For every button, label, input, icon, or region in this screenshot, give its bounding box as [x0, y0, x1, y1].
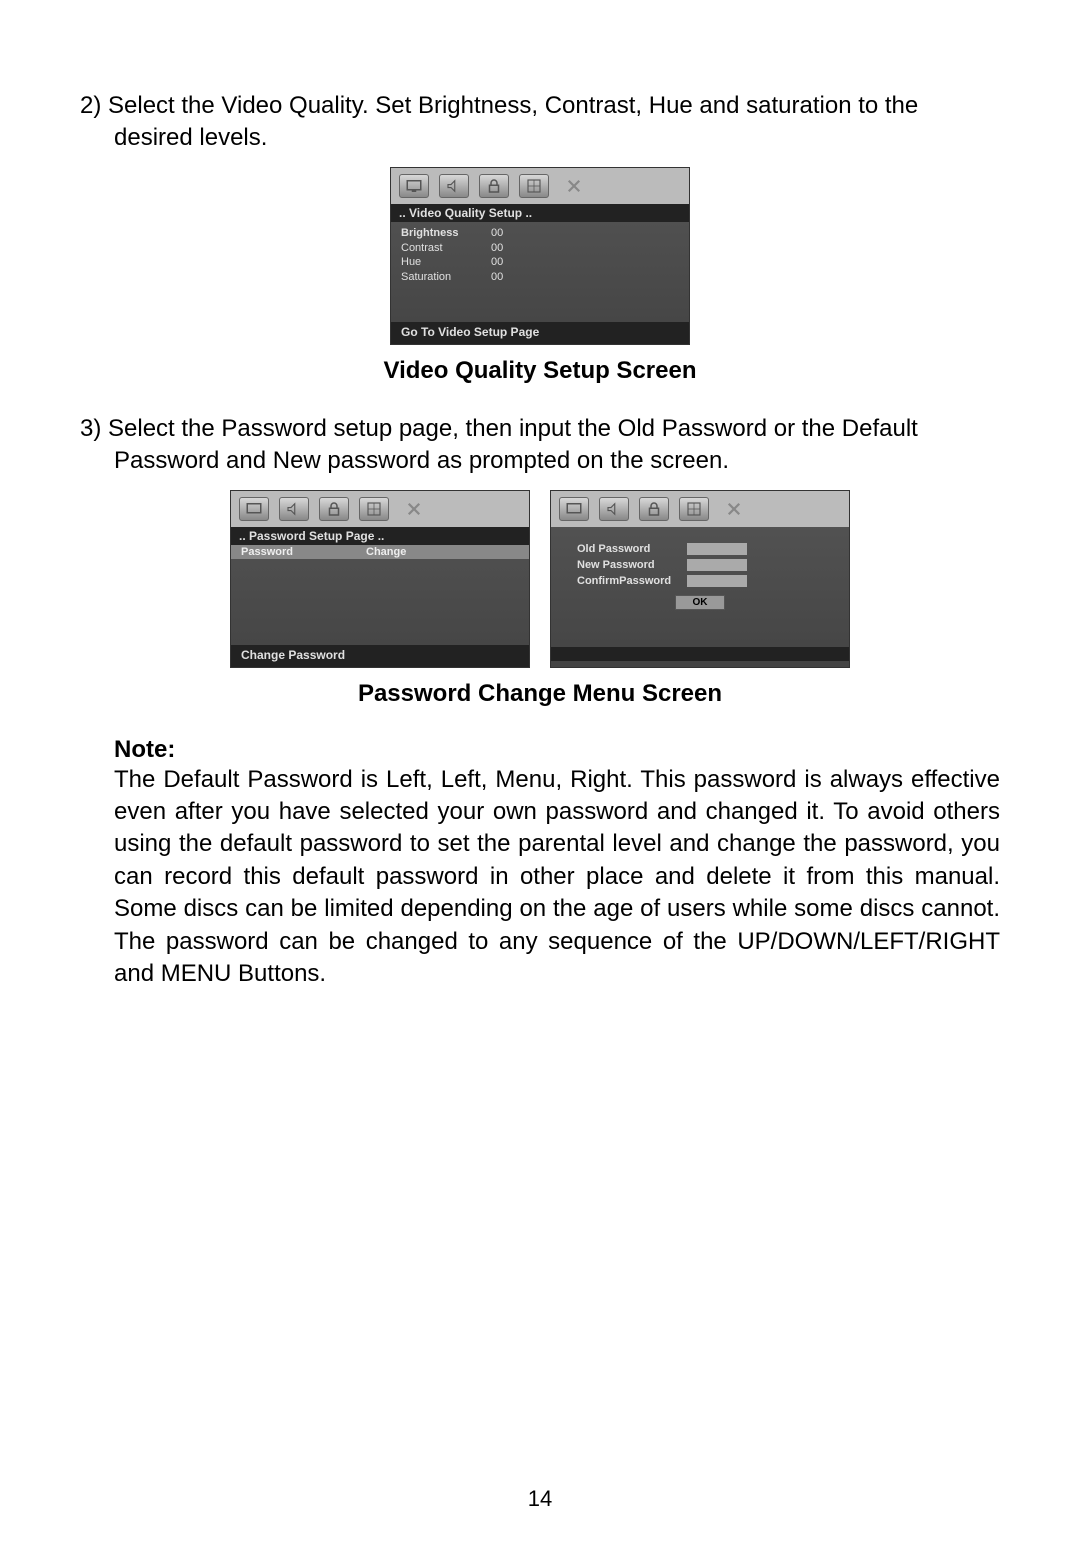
tab-lock-icon — [479, 174, 509, 198]
tab-audio-icon — [439, 174, 469, 198]
osd-tab-row — [391, 168, 689, 204]
vq-item-hue: Hue00 — [401, 255, 679, 270]
new-password-field — [687, 559, 747, 571]
tab-grid-icon — [359, 497, 389, 521]
step-2-text: 2) Select the Video Quality. Set Brightn… — [80, 90, 1000, 155]
caption-video-quality: Video Quality Setup Screen — [80, 357, 1000, 385]
caption-password: Password Change Menu Screen — [80, 680, 1000, 708]
new-password-row: New Password — [577, 559, 823, 571]
step-3-text: 3) Select the Password setup page, then … — [80, 413, 1000, 478]
vq-footer: Go To Video Setup Page — [391, 322, 689, 344]
vq-title: .. Video Quality Setup .. — [391, 204, 689, 222]
pw-item-label: Password — [241, 546, 366, 558]
tab-grid-icon — [679, 497, 709, 521]
vq-item-saturation: Saturation00 — [401, 270, 679, 285]
pw-footer: Change Password — [231, 645, 529, 667]
tab-close-icon — [719, 497, 749, 521]
tab-lock-icon — [319, 497, 349, 521]
osd-tab-row — [231, 491, 529, 527]
osd-tab-row — [551, 491, 849, 527]
tab-audio-icon — [599, 497, 629, 521]
tab-display-icon — [239, 497, 269, 521]
pw-title: .. Password Setup Page .. — [231, 527, 529, 545]
confirm-password-field — [687, 575, 747, 587]
page-number: 14 — [0, 1486, 1080, 1512]
old-password-row: Old Password — [577, 543, 823, 555]
ok-button: OK — [675, 595, 725, 610]
note-label: Note: — [80, 736, 1000, 764]
tab-audio-icon — [279, 497, 309, 521]
password-setup-panel: .. Password Setup Page .. Password Chang… — [230, 490, 530, 668]
tab-grid-icon — [519, 174, 549, 198]
tab-close-icon — [399, 497, 429, 521]
confirm-password-row: ConfirmPassword — [577, 575, 823, 587]
note-body: The Default Password is Left, Left, Menu… — [80, 764, 1000, 991]
video-quality-panel: .. Video Quality Setup .. Brightness00 C… — [390, 167, 690, 345]
vq-item-contrast: Contrast00 — [401, 241, 679, 256]
vq-item-brightness: Brightness00 — [401, 226, 679, 241]
pw-item-value: Change — [366, 546, 406, 558]
tab-lock-icon — [639, 497, 669, 521]
tab-display-icon — [559, 497, 589, 521]
tab-close-icon — [559, 174, 589, 198]
tab-display-icon — [399, 174, 429, 198]
old-password-field — [687, 543, 747, 555]
password-change-panel: Old Password New Password ConfirmPasswor… — [550, 490, 850, 668]
